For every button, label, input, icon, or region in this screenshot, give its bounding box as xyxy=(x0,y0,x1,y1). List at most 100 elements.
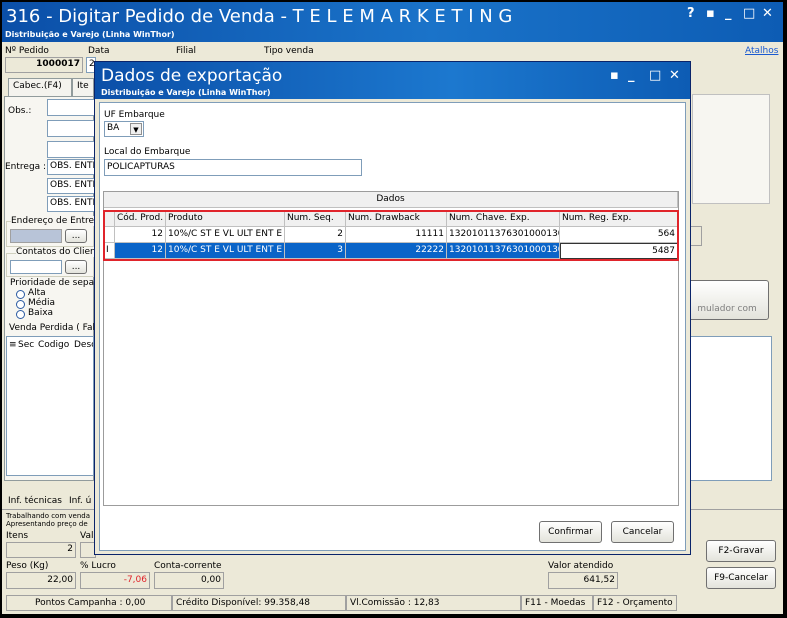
col-num-chave-exp[interactable]: Num. Chave. Exp. xyxy=(447,211,560,227)
dialog-restore-icon[interactable]: ▪ xyxy=(610,68,619,83)
peso-label: Peso (Kg) xyxy=(6,561,49,571)
endereco-search-button[interactable]: ... xyxy=(65,229,87,243)
table-cell-seq[interactable]: 2 xyxy=(285,227,346,243)
gravar-button[interactable]: F2-Gravar xyxy=(706,540,776,562)
local-embarque-field[interactable]: POLICAPTURAS xyxy=(104,159,362,176)
lucro-label: % Lucro xyxy=(80,561,116,571)
maximize-icon[interactable]: □ xyxy=(743,6,755,21)
num-pedido-label: Nº Pedido xyxy=(5,46,49,56)
status-pontos: Pontos Campanha : 0,00 xyxy=(6,595,172,611)
valor-atendido-field: 641,52 xyxy=(548,572,618,589)
minimize-icon[interactable]: _ xyxy=(725,6,732,21)
entrega-field-1[interactable]: OBS. ENTR xyxy=(47,159,95,175)
status-bar: Pontos Campanha : 0,00 Crédito Disponíve… xyxy=(4,593,783,613)
radio-alta-label: Alta xyxy=(28,288,46,298)
col-codigo: Codigo xyxy=(38,340,70,350)
main-window-subtitle: Distribuição e Varejo (Linha WinThor) xyxy=(5,30,175,39)
entrega-label: Entrega : xyxy=(5,162,47,172)
col-num-drawback[interactable]: Num. Drawback xyxy=(346,211,447,227)
itens-field: 2 xyxy=(6,542,76,558)
col-sec: Sec xyxy=(18,340,35,350)
simulador-frete-button[interactable]: mulador com frete xyxy=(685,280,769,370)
contatos-field[interactable] xyxy=(10,260,62,274)
atalhos-link[interactable]: Atalhos xyxy=(745,46,778,56)
obs-field-2[interactable] xyxy=(47,120,95,137)
itens-label: Itens xyxy=(6,531,29,541)
uf-embarque-value: BA xyxy=(107,123,120,133)
status-orcamento[interactable]: F12 - Orçamento xyxy=(593,595,677,611)
uf-embarque-select[interactable]: BA ▼ xyxy=(104,121,144,137)
entrega-field-2[interactable]: OBS. ENTR xyxy=(47,178,95,194)
grid-icon: ≡ xyxy=(9,340,17,350)
radio-baixa-label: Baixa xyxy=(28,308,54,318)
col-num-seq[interactable]: Num. Seq. xyxy=(285,211,346,227)
uf-embarque-label: UF Embarque xyxy=(104,110,165,120)
help-icon[interactable]: ? xyxy=(687,6,695,21)
col-cod-prod[interactable]: Cód. Prod. xyxy=(115,211,166,227)
right-panel-top xyxy=(692,94,770,204)
radio-media[interactable] xyxy=(16,300,25,309)
restore-icon[interactable]: ▪ xyxy=(706,6,715,21)
col-desc: Desc xyxy=(74,340,94,350)
row-indicator xyxy=(104,227,115,243)
status-credito: Crédito Disponível: 99.358,48 xyxy=(172,595,346,611)
cancelar-button[interactable]: Cancelar xyxy=(611,521,674,543)
tab-cabec[interactable]: Cabec.(F4) xyxy=(8,78,72,96)
table-cell-chave[interactable]: 13201011376301000130 xyxy=(447,227,560,243)
close-icon[interactable]: ✕ xyxy=(762,6,773,21)
venda-perdida-grid[interactable]: ≡ Sec Codigo Desc xyxy=(6,336,94,476)
radio-alta[interactable] xyxy=(16,290,25,299)
table-cell-seq[interactable]: 3 xyxy=(285,243,346,259)
table-cell-produto[interactable]: 10%/C ST E VL ULT ENT E U xyxy=(166,227,285,243)
dialog-close-icon[interactable]: ✕ xyxy=(669,68,680,83)
obs-field-1[interactable] xyxy=(47,99,95,116)
main-window-title: 316 - Digitar Pedido de Venda - T E L E … xyxy=(6,6,513,27)
num-pedido-field: 1000017 xyxy=(5,57,83,73)
lucro-field: -7,06 xyxy=(80,572,150,589)
radio-baixa[interactable] xyxy=(16,310,25,319)
data-label: Data xyxy=(88,46,110,56)
endereco-field xyxy=(10,229,62,243)
local-embarque-label: Local do Embarque xyxy=(104,147,191,157)
inf-tecnicas-tab[interactable]: Inf. técnicas xyxy=(8,496,62,506)
status-comissao: Vl.Comissão : 12,83 xyxy=(346,595,521,611)
prioridade-label: Prioridade de separ xyxy=(10,278,98,288)
tab-itens[interactable]: Ite xyxy=(72,78,94,96)
confirmar-button[interactable]: Confirmar xyxy=(539,521,602,543)
table-cell-drawback[interactable]: 22222 xyxy=(346,243,447,259)
row-indicator: I xyxy=(104,243,115,259)
grid-group-header: Dados xyxy=(104,192,678,208)
table-cell-chave[interactable]: 13201011376301000130 xyxy=(447,243,560,259)
export-grid[interactable]: Dados Cód. Prod. Produto Num. Seq. Num. … xyxy=(103,191,679,506)
table-cell-drawback[interactable]: 11111 xyxy=(346,227,447,243)
col-produto[interactable]: Produto xyxy=(166,211,285,227)
valor-atendido-label: Valor atendido xyxy=(548,561,614,571)
cancelar-main-button[interactable]: F9-Cancelar xyxy=(706,567,776,589)
contatos-search-button[interactable]: ... xyxy=(65,260,87,274)
conta-corrente-field: 0,00 xyxy=(154,572,224,589)
dialog-title: Dados de exportação xyxy=(101,66,283,86)
conta-corrente-label: Conta-corrente xyxy=(154,561,222,571)
dialog-subtitle: Distribuição e Varejo (Linha WinThor) xyxy=(101,88,271,97)
endereco-label: Endereço de Entre xyxy=(11,216,95,226)
trabalhando-text: Trabalhando com venda xyxy=(6,512,90,520)
venda-perdida-label: Venda Perdida ( Fal xyxy=(9,323,96,333)
inf-u-tab[interactable]: Inf. ú xyxy=(69,496,91,506)
obs-field-3[interactable] xyxy=(47,141,95,158)
obs-label: Obs.: xyxy=(8,106,32,116)
chevron-down-icon[interactable]: ▼ xyxy=(130,123,142,135)
dialog-maximize-icon[interactable]: □ xyxy=(649,68,661,83)
col-num-reg-exp[interactable]: Num. Reg. Exp. xyxy=(560,211,678,227)
table-cell-reg[interactable]: 564 xyxy=(560,227,678,243)
entrega-field-3[interactable]: OBS. ENTR xyxy=(47,196,95,212)
table-cell-cod[interactable]: 12 xyxy=(115,243,166,259)
table-cell-reg-editing[interactable]: 5487 xyxy=(560,243,678,259)
tipo-venda-label: Tipo venda xyxy=(264,46,314,56)
dialog-minimize-icon[interactable]: _ xyxy=(628,68,635,83)
table-cell-cod[interactable]: 12 xyxy=(115,227,166,243)
right-list-panel xyxy=(688,336,772,481)
peso-field: 22,00 xyxy=(6,572,76,589)
table-cell-produto[interactable]: 10%/C ST E VL ULT ENT E U xyxy=(166,243,285,259)
dialog-title-bar: Dados de exportação Distribuição e Varej… xyxy=(95,62,690,99)
status-moedas[interactable]: F11 - Moedas xyxy=(521,595,593,611)
